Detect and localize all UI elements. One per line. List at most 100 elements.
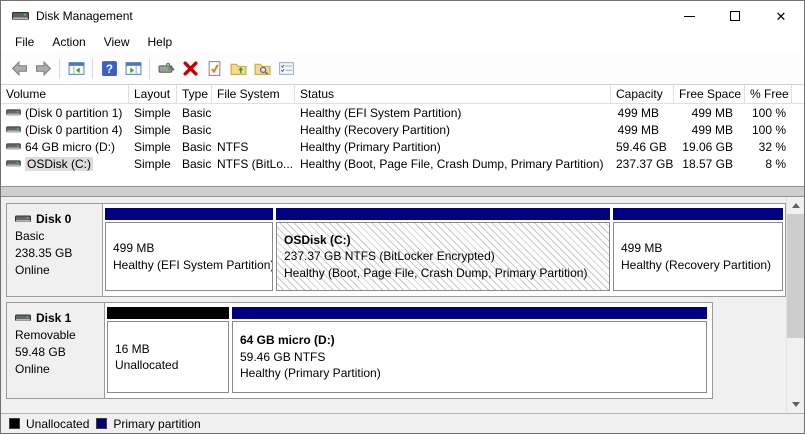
status-cell: Healthy (Recovery Partition) [295, 123, 611, 137]
disk-1-label[interactable]: Disk 1 Removable 59.48 GB Online [7, 303, 105, 398]
disk-0-partitions: 499 MB Healthy (EFI System Partition) OS… [103, 204, 785, 296]
capacity-cell: 499 MB [611, 123, 674, 137]
disk-1-size: 59.48 GB [15, 344, 98, 361]
free-space-cell: 18.57 GB [674, 157, 745, 171]
back-icon [11, 60, 28, 77]
partition-size: 499 MB [621, 240, 782, 257]
column-header-layout[interactable]: Layout [129, 85, 177, 103]
volume-name: (Disk 0 partition 4) [25, 123, 122, 137]
minimize-button[interactable] [666, 1, 712, 31]
partition-status: Healthy (Boot, Page File, Crash Dump, Pr… [284, 265, 609, 282]
status-cell: Healthy (EFI System Partition) [295, 106, 611, 120]
menu-bar: File Action View Help [1, 31, 804, 53]
volume-cell: (Disk 0 partition 1) [1, 106, 129, 120]
unallocated-swatch [9, 418, 20, 429]
capacity-cell: 499 MB [611, 106, 674, 120]
column-header-file-system[interactable]: File System [212, 85, 295, 103]
disk-graph-pane: Disk 0 Basic 238.35 GB Online 499 MB Hea… [1, 197, 804, 413]
disk-0-name: Disk 0 [15, 211, 96, 228]
delete-volume-icon [182, 60, 199, 77]
menu-action[interactable]: Action [43, 32, 94, 52]
show-console-tree-button[interactable] [64, 57, 88, 81]
primary-partition-swatch [96, 418, 107, 429]
partition-size: 16 MB [115, 341, 228, 358]
forward-icon [35, 60, 52, 77]
type-cell: Basic [177, 106, 212, 120]
close-button[interactable]: ✕ [758, 1, 804, 31]
status-cell: Healthy (Boot, Page File, Crash Dump, Pr… [295, 157, 611, 171]
scroll-up-icon [792, 203, 800, 208]
minimize-icon [684, 16, 695, 17]
maximize-button[interactable] [712, 1, 758, 31]
commit-changes-icon [206, 60, 223, 77]
show-console-tree-icon [68, 60, 85, 77]
window-title: Disk Management [36, 9, 133, 23]
menu-file[interactable]: File [6, 32, 43, 52]
forward-button[interactable] [31, 57, 55, 81]
partition-color-bar [613, 208, 783, 220]
help-button[interactable]: ? [97, 57, 121, 81]
disk-1-row: Disk 1 Removable 59.48 GB Online 16 MB U… [6, 302, 713, 399]
maximize-icon [730, 11, 740, 21]
partition-color-bar [276, 208, 610, 220]
column-header-type[interactable]: Type [177, 85, 212, 103]
disk-1-type: Removable [15, 327, 98, 344]
menu-view[interactable]: View [95, 32, 139, 52]
disk-0-label[interactable]: Disk 0 Basic 238.35 GB Online [7, 204, 103, 296]
volume-list-pane: Volume Layout Type File System Status Ca… [1, 85, 804, 187]
toolbar-separator [59, 59, 60, 79]
pct-free-cell: 8 % [745, 157, 792, 171]
explore-folder-button[interactable] [250, 57, 274, 81]
volume-cell: OSDisk (C:) [1, 157, 129, 171]
partition-osdisk-c[interactable]: OSDisk (C:) 237.37 GB NTFS (BitLocker En… [276, 208, 610, 291]
partition-efi[interactable]: 499 MB Healthy (EFI System Partition) [105, 208, 273, 291]
folder-up-icon [230, 60, 247, 77]
table-row[interactable]: (Disk 0 partition 4) Simple Basic Health… [1, 121, 804, 138]
partition-color-bar [105, 208, 273, 220]
scroll-down-icon [792, 402, 800, 407]
property-list-button[interactable] [274, 57, 298, 81]
legend-unallocated: Unallocated [9, 417, 89, 431]
vertical-scrollbar[interactable] [786, 197, 803, 413]
title-bar: Disk Management ✕ [1, 1, 804, 31]
toolbar: ? [1, 53, 804, 85]
partition-info-selected: OSDisk (C:) 237.37 GB NTFS (BitLocker En… [276, 222, 610, 291]
type-cell: Basic [177, 157, 212, 171]
column-header-pct-free[interactable]: % Free [745, 85, 792, 103]
partition-info: 16 MB Unallocated [107, 321, 229, 393]
volume-cell: 64 GB micro (D:) [1, 140, 129, 154]
scrollbar-thumb[interactable] [787, 214, 804, 338]
toolbar-separator [149, 59, 150, 79]
pct-free-cell: 100 % [745, 106, 792, 120]
commit-changes-button[interactable] [202, 57, 226, 81]
partition-micro-d[interactable]: 64 GB micro (D:) 59.46 GB NTFS Healthy (… [232, 307, 707, 393]
device-properties-button[interactable] [154, 57, 178, 81]
back-button[interactable] [7, 57, 31, 81]
column-header-status[interactable]: Status [295, 85, 611, 103]
partition-info: 64 GB micro (D:) 59.46 GB NTFS Healthy (… [232, 321, 707, 393]
table-row[interactable]: (Disk 0 partition 1) Simple Basic Health… [1, 104, 804, 121]
column-header-capacity[interactable]: Capacity [611, 85, 674, 103]
scroll-up-button[interactable] [787, 197, 804, 214]
pane-splitter[interactable] [1, 186, 804, 197]
delete-volume-button[interactable] [178, 57, 202, 81]
disk-drive-icon [15, 313, 31, 324]
folder-up-button[interactable] [226, 57, 250, 81]
disk-0-status: Online [15, 262, 96, 279]
column-header-free-space[interactable]: Free Space [674, 85, 745, 103]
column-header-volume[interactable]: Volume [1, 85, 129, 103]
toolbar-separator [92, 59, 93, 79]
menu-help[interactable]: Help [139, 32, 182, 52]
table-row-selected[interactable]: OSDisk (C:) Simple Basic NTFS (BitLo... … [1, 155, 804, 172]
partition-recovery[interactable]: 499 MB Healthy (Recovery Partition) [613, 208, 783, 291]
volume-name: OSDisk (C:) [25, 157, 93, 171]
capacity-cell: 237.37 GB [611, 157, 674, 171]
disk-0-size: 238.35 GB [15, 245, 96, 262]
show-action-pane-button[interactable] [121, 57, 145, 81]
type-cell: Basic [177, 123, 212, 137]
partition-info: 499 MB Healthy (EFI System Partition) [105, 222, 273, 291]
table-row[interactable]: 64 GB micro (D:) Simple Basic NTFS Healt… [1, 138, 804, 155]
scroll-down-button[interactable] [787, 396, 804, 413]
partition-unallocated[interactable]: 16 MB Unallocated [107, 307, 229, 393]
explore-folder-icon [254, 60, 271, 77]
